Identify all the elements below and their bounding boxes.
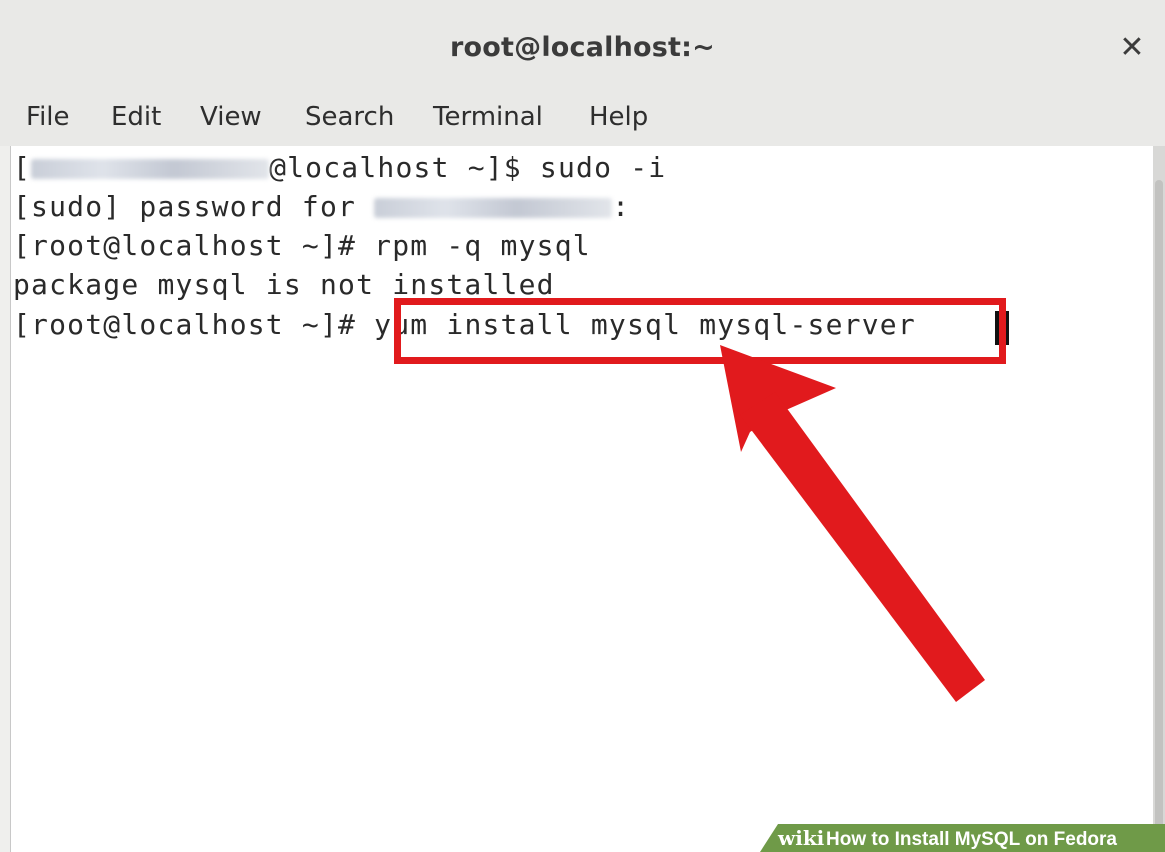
menu-bar: File Edit View Search Terminal Help bbox=[0, 98, 1165, 146]
prompt-sudo-command: @localhost ~]$ sudo -i bbox=[269, 151, 667, 184]
menu-search[interactable]: Search bbox=[305, 102, 394, 132]
terminal-line-3: [root@localhost ~]# rpm -q mysql bbox=[13, 229, 591, 262]
menu-help[interactable]: Help bbox=[589, 102, 648, 132]
window-edge bbox=[0, 146, 10, 852]
scrollbar-thumb[interactable] bbox=[1155, 180, 1163, 830]
watermark-caption: How to Install MySQL on Fedora bbox=[826, 829, 1118, 850]
wikihow-logo: wiki bbox=[778, 826, 825, 850]
root-prompt: [root@localhost ~]# bbox=[13, 308, 375, 341]
menu-file[interactable]: File bbox=[26, 102, 70, 132]
menu-terminal[interactable]: Terminal bbox=[433, 102, 543, 132]
menu-view[interactable]: View bbox=[200, 102, 262, 132]
close-icon[interactable]: ✕ bbox=[1112, 28, 1152, 68]
terminal-window: root@localhost:~ ✕ File Edit View Search… bbox=[0, 0, 1165, 852]
bracket-open: [ bbox=[13, 151, 32, 184]
window-title: root@localhost:~ bbox=[450, 32, 715, 63]
blurred-username bbox=[374, 198, 613, 218]
terminal-line-2: [sudo] password for : bbox=[13, 190, 630, 223]
menu-edit[interactable]: Edit bbox=[111, 102, 161, 132]
terminal-line-1: [ @localhost ~]$ sudo -i bbox=[13, 151, 666, 184]
title-bar[interactable]: root@localhost:~ ✕ bbox=[0, 0, 1165, 98]
highlight-box bbox=[394, 298, 1006, 364]
sudo-password-prompt: [sudo] password for bbox=[13, 190, 375, 223]
password-colon: : bbox=[612, 190, 631, 223]
terminal-line-4: package mysql is not installed bbox=[13, 268, 555, 301]
blurred-username bbox=[31, 159, 270, 179]
